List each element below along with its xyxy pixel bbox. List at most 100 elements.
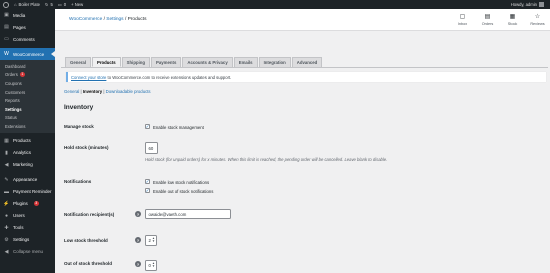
collapse-menu-button[interactable]: ◀ Collapse menu [0, 246, 55, 258]
menu-item-marketing[interactable]: ◀ Marketing [0, 159, 55, 171]
activity-label: Orders [481, 21, 494, 26]
activity-stock-button[interactable]: ▦ Stock [500, 9, 525, 31]
low-stock-threshold-input[interactable]: 2 ▲ ▼ [145, 235, 157, 246]
activity-label: Reviews [530, 21, 545, 26]
connect-notice: Connect your store to WooCommerce.com to… [66, 72, 546, 82]
tab-general[interactable]: General [65, 57, 92, 67]
out-of-stock-notification-checkbox[interactable]: ✓ [145, 188, 150, 193]
hold-stock-label: Hold stock (minutes) [64, 145, 109, 150]
home-icon: ⌂ [14, 2, 17, 7]
connect-store-link[interactable]: Connect your store [71, 75, 106, 80]
menu-item-analytics[interactable]: ▮ Analytics [0, 147, 55, 159]
new-content-link[interactable]: + New [71, 2, 83, 7]
tab-emails[interactable]: Emails [233, 57, 258, 67]
breadcrumb-settings[interactable]: Settings [106, 17, 123, 22]
hold-stock-description: Hold stock (for unpaid orders) for x min… [145, 157, 388, 162]
tab-shipping[interactable]: Shipping [121, 57, 151, 67]
activity-orders-button[interactable]: ▤ Orders [475, 9, 500, 31]
products-icon: ▦ [4, 137, 9, 144]
tab-integration[interactable]: Integration [258, 57, 291, 67]
menu-item-woocommerce[interactable]: W WooCommerce [0, 48, 55, 60]
submenu-item-dashboard[interactable]: Dashboard [0, 62, 55, 71]
breadcrumb-woocommerce[interactable]: WooCommerce [69, 17, 102, 22]
section-link-downloadable[interactable]: Downloadable products [106, 89, 151, 94]
recipient-input[interactable]: owaide@vaeth.com [145, 209, 231, 219]
tools-icon: ✚ [4, 224, 9, 231]
low-stock-notification-label: Enable low stock notifications [153, 179, 210, 185]
comments-count: 0 [63, 2, 67, 7]
menu-item-label: Tools [13, 225, 24, 231]
site-name: Boiler Plate [18, 2, 40, 7]
submenu-item-customers[interactable]: Customers [0, 88, 55, 97]
out-of-stock-threshold-input[interactable]: 0 ▲ ▼ [145, 260, 157, 271]
users-icon: ● [4, 212, 9, 219]
manage-stock-option-label: Enable stock management [153, 124, 204, 130]
woocommerce-header: WooCommerce / Settings / Products ▢ Inbo… [55, 9, 550, 31]
admin-bar: ⌂ Boiler Plate ↻ 5 ▭ 0 + New Howdy, admi… [0, 0, 550, 9]
submenu-item-status[interactable]: Status [0, 114, 55, 123]
number-spinner-icon[interactable]: ▲ ▼ [152, 236, 155, 243]
updates-count: 5 [50, 2, 53, 7]
tab-payments[interactable]: Payments [151, 57, 182, 67]
menu-item-label: Users [13, 213, 25, 219]
submenu-item-orders[interactable]: Orders 1 [0, 71, 55, 80]
help-icon[interactable]: ? [135, 211, 141, 217]
menu-item-media[interactable]: ▣ Media [0, 9, 55, 21]
pages-icon: ▤ [4, 24, 9, 30]
comments-link[interactable]: ▭ 0 [58, 2, 66, 7]
menu-item-products[interactable]: ▦ Products [0, 135, 55, 147]
low-stock-threshold-label: Low stock threshold [64, 238, 108, 243]
submenu-item-settings[interactable]: Settings [0, 105, 55, 114]
menu-item-comments[interactable]: ▭ Comments [0, 33, 55, 45]
menu-item-label: Plugins [13, 201, 28, 207]
manage-stock-label: Manage stock [64, 124, 94, 129]
low-stock-notification-checkbox[interactable]: ✓ [145, 179, 150, 184]
number-spinner-icon[interactable]: ▲ ▼ [152, 261, 155, 268]
submenu-item-coupons[interactable]: Coupons [0, 79, 55, 88]
activity-reviews-button[interactable]: ☆ Reviews [525, 9, 550, 31]
menu-item-pages[interactable]: ▤ Pages [0, 21, 55, 33]
plugins-icon: ⚡ [3, 200, 10, 207]
updates-link[interactable]: ↻ 5 [45, 2, 53, 7]
help-icon[interactable]: ? [135, 261, 141, 267]
menu-item-label: Analytics [13, 150, 32, 156]
recipient-value: owaide@vaeth.com [148, 211, 187, 217]
wordpress-logo-icon[interactable] [3, 1, 9, 8]
submenu-item-label: Orders [5, 72, 18, 78]
tab-products[interactable]: Products [92, 57, 121, 67]
site-name-link[interactable]: ⌂ Boiler Plate [14, 2, 40, 7]
settings-main: General Products Shipping Payments Accou… [55, 31, 550, 273]
activity-inbox-button[interactable]: ▢ Inbox [450, 9, 475, 31]
menu-item-users[interactable]: ● Users [0, 210, 55, 222]
menu-item-label: WooCommerce [13, 51, 45, 57]
woocommerce-icon: W [4, 51, 9, 57]
menu-item-plugins[interactable]: ⚡ Plugins 3 [0, 198, 55, 210]
submenu-item-extensions[interactable]: Extensions [0, 122, 55, 131]
notice-text: to WooCommerce.com to receive extensions… [106, 74, 232, 80]
manage-stock-checkbox[interactable]: ✓ [145, 124, 150, 129]
menu-item-label: Comments [13, 36, 35, 42]
tab-advanced[interactable]: Advanced [291, 57, 323, 67]
tab-accounts-privacy[interactable]: Accounts & Privacy [182, 57, 233, 67]
comment-bubble-icon: ▭ [57, 2, 62, 7]
help-icon[interactable]: ? [135, 237, 141, 243]
appearance-icon: ✎ [4, 176, 9, 183]
menu-item-payment-reminder[interactable]: ▬ Payment Reminder [0, 186, 55, 198]
menu-item-settings[interactable]: ⚙ Settings [0, 234, 55, 246]
account-menu[interactable]: Howdy, admin [511, 0, 544, 9]
inbox-icon: ▢ [459, 14, 466, 21]
tabs-divider [61, 67, 548, 68]
menu-item-tools[interactable]: ✚ Tools [0, 222, 55, 234]
section-link-general[interactable]: General [64, 89, 79, 94]
menu-item-label: Settings [13, 237, 30, 243]
orders-count-badge: 1 [19, 72, 25, 78]
section-link-inventory[interactable]: Inventory [83, 89, 102, 94]
plugins-count-badge: 3 [33, 201, 39, 207]
menu-item-appearance[interactable]: ✎ Appearance [0, 174, 55, 186]
payment-icon: ▬ [4, 188, 9, 195]
hold-stock-input[interactable]: 60 [145, 142, 158, 154]
analytics-icon: ▮ [5, 149, 8, 156]
breadcrumb: WooCommerce / Settings / Products [69, 17, 147, 22]
menu-item-label: Appearance [13, 177, 38, 183]
submenu-item-reports[interactable]: Reports [0, 96, 55, 105]
